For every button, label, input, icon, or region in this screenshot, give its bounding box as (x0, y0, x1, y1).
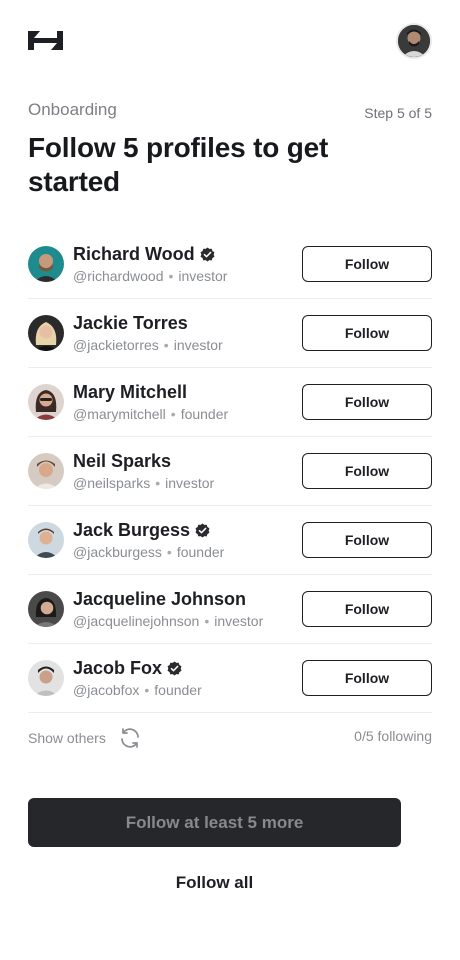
profile-role: founder (180, 406, 229, 422)
follow-button[interactable]: Follow (302, 591, 432, 627)
list-item: Jackie Torres @jackietorres • investor Fol… (28, 299, 432, 368)
show-others-button[interactable]: Show others (28, 726, 142, 750)
profile-name[interactable]: Mary Mitchell (73, 382, 187, 403)
follow-button[interactable]: Follow (302, 660, 432, 696)
step-indicator: Step 5 of 5 (364, 105, 432, 121)
profile-role: investor (173, 337, 223, 353)
profile-name[interactable]: Jacob Fox (73, 658, 162, 679)
list-item: Richard Wood @richardwood • investor Follo… (28, 230, 432, 299)
follow-all-button[interactable]: Follow all (28, 873, 401, 893)
avatar (28, 660, 64, 696)
verified-badge-icon (195, 523, 210, 538)
profile-list: Richard Wood @richardwood • investor Follo… (28, 230, 432, 713)
refresh-icon (120, 728, 139, 748)
separator-dot: • (170, 406, 176, 422)
avatar (28, 384, 64, 420)
verified-badge-icon (200, 247, 215, 262)
profile-handle: @richardwood (73, 268, 164, 284)
profile-role: founder (176, 544, 225, 560)
verified-badge-icon (167, 661, 182, 676)
profile-role: investor (165, 475, 215, 491)
separator-dot: • (155, 475, 161, 491)
separator-dot: • (204, 613, 210, 629)
separator-dot: • (166, 544, 172, 560)
show-others-label: Show others (28, 730, 106, 746)
list-item: Jacob Fox @jacobfox • founder Follow (28, 644, 432, 713)
profile-handle: @neilsparks (73, 475, 151, 491)
page-title: Follow 5 profiles to get started (28, 132, 329, 197)
section-label: Onboarding (28, 100, 117, 119)
h-logo-icon[interactable] (28, 31, 63, 50)
separator-dot: • (144, 682, 150, 698)
avatar (28, 453, 64, 489)
profile-name[interactable]: Jackie Torres (73, 313, 188, 334)
avatar (28, 522, 64, 558)
separator-dot: • (163, 337, 169, 353)
following-count: 0/5 following (354, 728, 432, 744)
profile-role: founder (154, 682, 202, 698)
follow-button[interactable]: Follow (302, 522, 432, 558)
profile-handle: @jackburgess (73, 544, 162, 560)
avatar (28, 591, 64, 627)
profile-role: investor (178, 268, 228, 284)
profile-handle: @marymitchell (73, 406, 166, 422)
profile-handle: @jacobfox (73, 682, 140, 698)
profile-name[interactable]: Neil Sparks (73, 451, 171, 472)
separator-dot: • (168, 268, 174, 284)
follow-button[interactable]: Follow (302, 246, 432, 282)
profile-name[interactable]: Richard Wood (73, 244, 195, 265)
profile-role: investor (214, 613, 264, 629)
list-item: Mary Mitchell @marymitchell • founder Foll… (28, 368, 432, 437)
profile-name[interactable]: Jack Burgess (73, 520, 190, 541)
user-avatar[interactable] (396, 23, 432, 59)
profile-handle: @jackietorres (73, 337, 159, 353)
user-avatar-image (398, 25, 430, 57)
profile-name[interactable]: Jacqueline Johnson (73, 589, 246, 610)
list-item: Jack Burgess @jackburgess • founder Follow (28, 506, 432, 575)
follow-button[interactable]: Follow (302, 315, 432, 351)
avatar (28, 315, 64, 351)
avatar (28, 246, 64, 282)
follow-button[interactable]: Follow (302, 453, 432, 489)
follow-more-button[interactable]: Follow at least 5 more (28, 798, 401, 847)
list-item: Neil Sparks @neilsparks • investor Follow (28, 437, 432, 506)
profile-handle: @jacquelinejohnson (73, 613, 200, 629)
list-item: Jacqueline Johnson @jacquelinejohnson • in… (28, 575, 432, 644)
follow-button[interactable]: Follow (302, 384, 432, 420)
